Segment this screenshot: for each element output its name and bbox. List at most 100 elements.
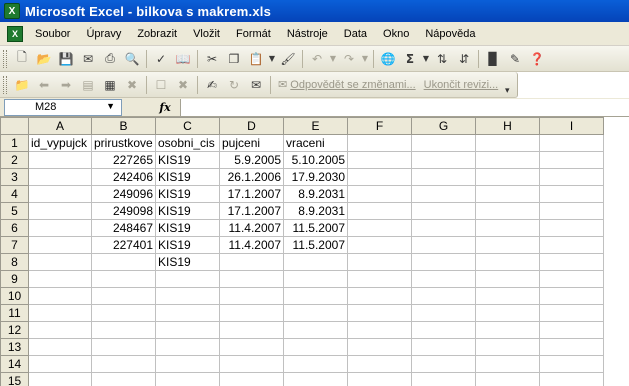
cell-a2[interactable] — [28, 151, 92, 169]
cell-f14[interactable] — [347, 355, 412, 373]
cell-a7[interactable] — [28, 236, 92, 254]
cell-e10[interactable] — [283, 287, 348, 305]
cell-d1[interactable]: pujceni — [219, 134, 284, 152]
cell-g4[interactable] — [411, 185, 476, 203]
menu-format[interactable]: Formát — [228, 28, 279, 40]
cell-a15[interactable] — [28, 372, 92, 386]
cell-f8[interactable] — [347, 253, 412, 271]
row-header[interactable]: 11 — [0, 304, 29, 322]
cell-h2[interactable] — [475, 151, 540, 169]
undo-dropdown-icon[interactable]: ▼ — [329, 49, 337, 69]
hyperlink-icon[interactable]: 🌐 — [378, 49, 398, 69]
cell-d5[interactable]: 17.1.2007 — [219, 202, 284, 220]
next-comment-icon[interactable]: ➡ — [56, 75, 76, 95]
cell-h1[interactable] — [475, 134, 540, 152]
cell-d7[interactable]: 11.4.2007 — [219, 236, 284, 254]
cell-f6[interactable] — [347, 219, 412, 237]
cell-a12[interactable] — [28, 321, 92, 339]
cell-i9[interactable] — [539, 270, 604, 288]
cell-f4[interactable] — [347, 185, 412, 203]
cell-g3[interactable] — [411, 168, 476, 186]
row-header[interactable]: 8 — [0, 253, 29, 271]
cell-h3[interactable] — [475, 168, 540, 186]
cell-e6[interactable]: 11.5.2007 — [283, 219, 348, 237]
cell-h15[interactable] — [475, 372, 540, 386]
cell-e7[interactable]: 11.5.2007 — [283, 236, 348, 254]
cell-e4[interactable]: 8.9.2031 — [283, 185, 348, 203]
name-box-dropdown-icon[interactable]: ▼ — [106, 101, 115, 111]
cell-b14[interactable] — [91, 355, 156, 373]
cell-g14[interactable] — [411, 355, 476, 373]
permission-icon[interactable]: ✉ — [78, 49, 98, 69]
cell-b7[interactable]: 227401 — [91, 236, 156, 254]
cell-e11[interactable] — [283, 304, 348, 322]
print-preview-icon[interactable]: 🔍 — [122, 49, 142, 69]
row-header[interactable]: 5 — [0, 202, 29, 220]
cell-a14[interactable] — [28, 355, 92, 373]
cell-i3[interactable] — [539, 168, 604, 186]
row-header[interactable]: 7 — [0, 236, 29, 254]
column-header-a[interactable]: A — [28, 117, 92, 135]
cell-b10[interactable] — [91, 287, 156, 305]
cell-a3[interactable] — [28, 168, 92, 186]
create-task-icon[interactable]: ☐ — [151, 75, 171, 95]
cell-d10[interactable] — [219, 287, 284, 305]
cell-i11[interactable] — [539, 304, 604, 322]
sort-ascending-icon[interactable]: ⇅ — [432, 49, 452, 69]
menu-napoveda[interactable]: Nápověda — [417, 28, 483, 40]
row-header[interactable]: 12 — [0, 321, 29, 339]
cut-icon[interactable]: ✂ — [202, 49, 222, 69]
cell-g7[interactable] — [411, 236, 476, 254]
cell-h7[interactable] — [475, 236, 540, 254]
previous-comment-icon[interactable]: ⬅ — [34, 75, 54, 95]
cell-g1[interactable] — [411, 134, 476, 152]
cell-i8[interactable] — [539, 253, 604, 271]
workbook-icon[interactable]: X — [7, 25, 23, 42]
cell-e5[interactable]: 8.9.2031 — [283, 202, 348, 220]
cell-e2[interactable]: 5.10.2005 — [283, 151, 348, 169]
cell-h11[interactable] — [475, 304, 540, 322]
copy-icon[interactable]: ❐ — [224, 49, 244, 69]
cell-b12[interactable] — [91, 321, 156, 339]
autosum-icon[interactable]: Σ — [400, 49, 420, 69]
cell-h12[interactable] — [475, 321, 540, 339]
cell-h6[interactable] — [475, 219, 540, 237]
toolbar-options-chevron-icon[interactable]: ▾ — [502, 74, 512, 96]
column-header-i[interactable]: I — [539, 117, 604, 135]
cell-d9[interactable] — [219, 270, 284, 288]
cell-i5[interactable] — [539, 202, 604, 220]
insert-function-icon[interactable]: fx — [150, 101, 180, 114]
cell-c8[interactable]: KIS19 — [155, 253, 220, 271]
cell-e15[interactable] — [283, 372, 348, 386]
cell-f13[interactable] — [347, 338, 412, 356]
cell-i12[interactable] — [539, 321, 604, 339]
cell-f12[interactable] — [347, 321, 412, 339]
track-changes-icon[interactable]: ✍ — [202, 75, 222, 95]
select-all-corner[interactable] — [0, 117, 29, 135]
cell-d13[interactable] — [219, 338, 284, 356]
show-comment-icon[interactable]: ▤ — [78, 75, 98, 95]
cell-c7[interactable]: KIS19 — [155, 236, 220, 254]
research-icon[interactable]: 📖 — [173, 49, 193, 69]
cell-c10[interactable] — [155, 287, 220, 305]
autosum-dropdown-icon[interactable]: ▼ — [422, 49, 430, 69]
cell-e13[interactable] — [283, 338, 348, 356]
cell-c4[interactable]: KIS19 — [155, 185, 220, 203]
cell-a4[interactable] — [28, 185, 92, 203]
cell-h5[interactable] — [475, 202, 540, 220]
cell-f9[interactable] — [347, 270, 412, 288]
help-icon[interactable]: ❓ — [527, 49, 547, 69]
cell-i7[interactable] — [539, 236, 604, 254]
cell-e1[interactable]: vraceni — [283, 134, 348, 152]
update-file-icon[interactable]: ↻ — [224, 75, 244, 95]
menu-zobrazit[interactable]: Zobrazit — [129, 28, 185, 40]
cell-c11[interactable] — [155, 304, 220, 322]
cell-b1[interactable]: prirustkove — [91, 134, 156, 152]
cell-b4[interactable]: 249096 — [91, 185, 156, 203]
drawing-icon[interactable]: ✎ — [505, 49, 525, 69]
cell-a10[interactable] — [28, 287, 92, 305]
cell-d11[interactable] — [219, 304, 284, 322]
show-all-comments-icon[interactable]: ▦ — [100, 75, 120, 95]
cell-d2[interactable]: 5.9.2005 — [219, 151, 284, 169]
cell-h13[interactable] — [475, 338, 540, 356]
